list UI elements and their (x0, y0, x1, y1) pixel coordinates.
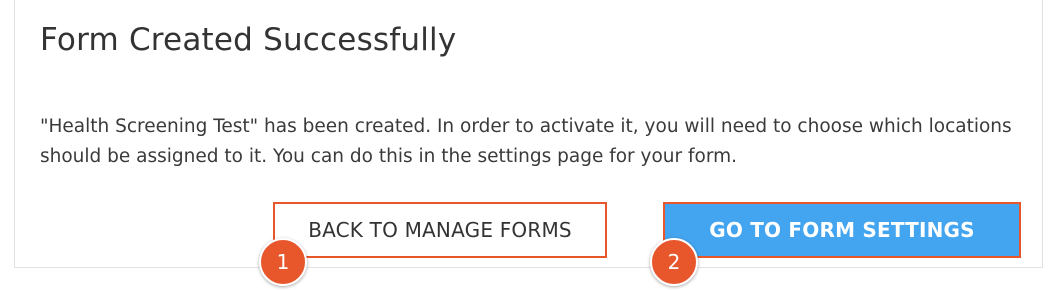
dialog-title: Form Created Successfully (40, 22, 457, 58)
go-to-form-settings-button[interactable]: GO TO FORM SETTINGS (663, 202, 1021, 258)
callout-badge-2: 2 (650, 238, 698, 286)
dialog-message: "Health Screening Test" has been created… (40, 116, 1012, 167)
callout-badge-1: 1 (259, 238, 307, 286)
back-to-manage-forms-button[interactable]: BACK TO MANAGE FORMS (273, 202, 607, 258)
